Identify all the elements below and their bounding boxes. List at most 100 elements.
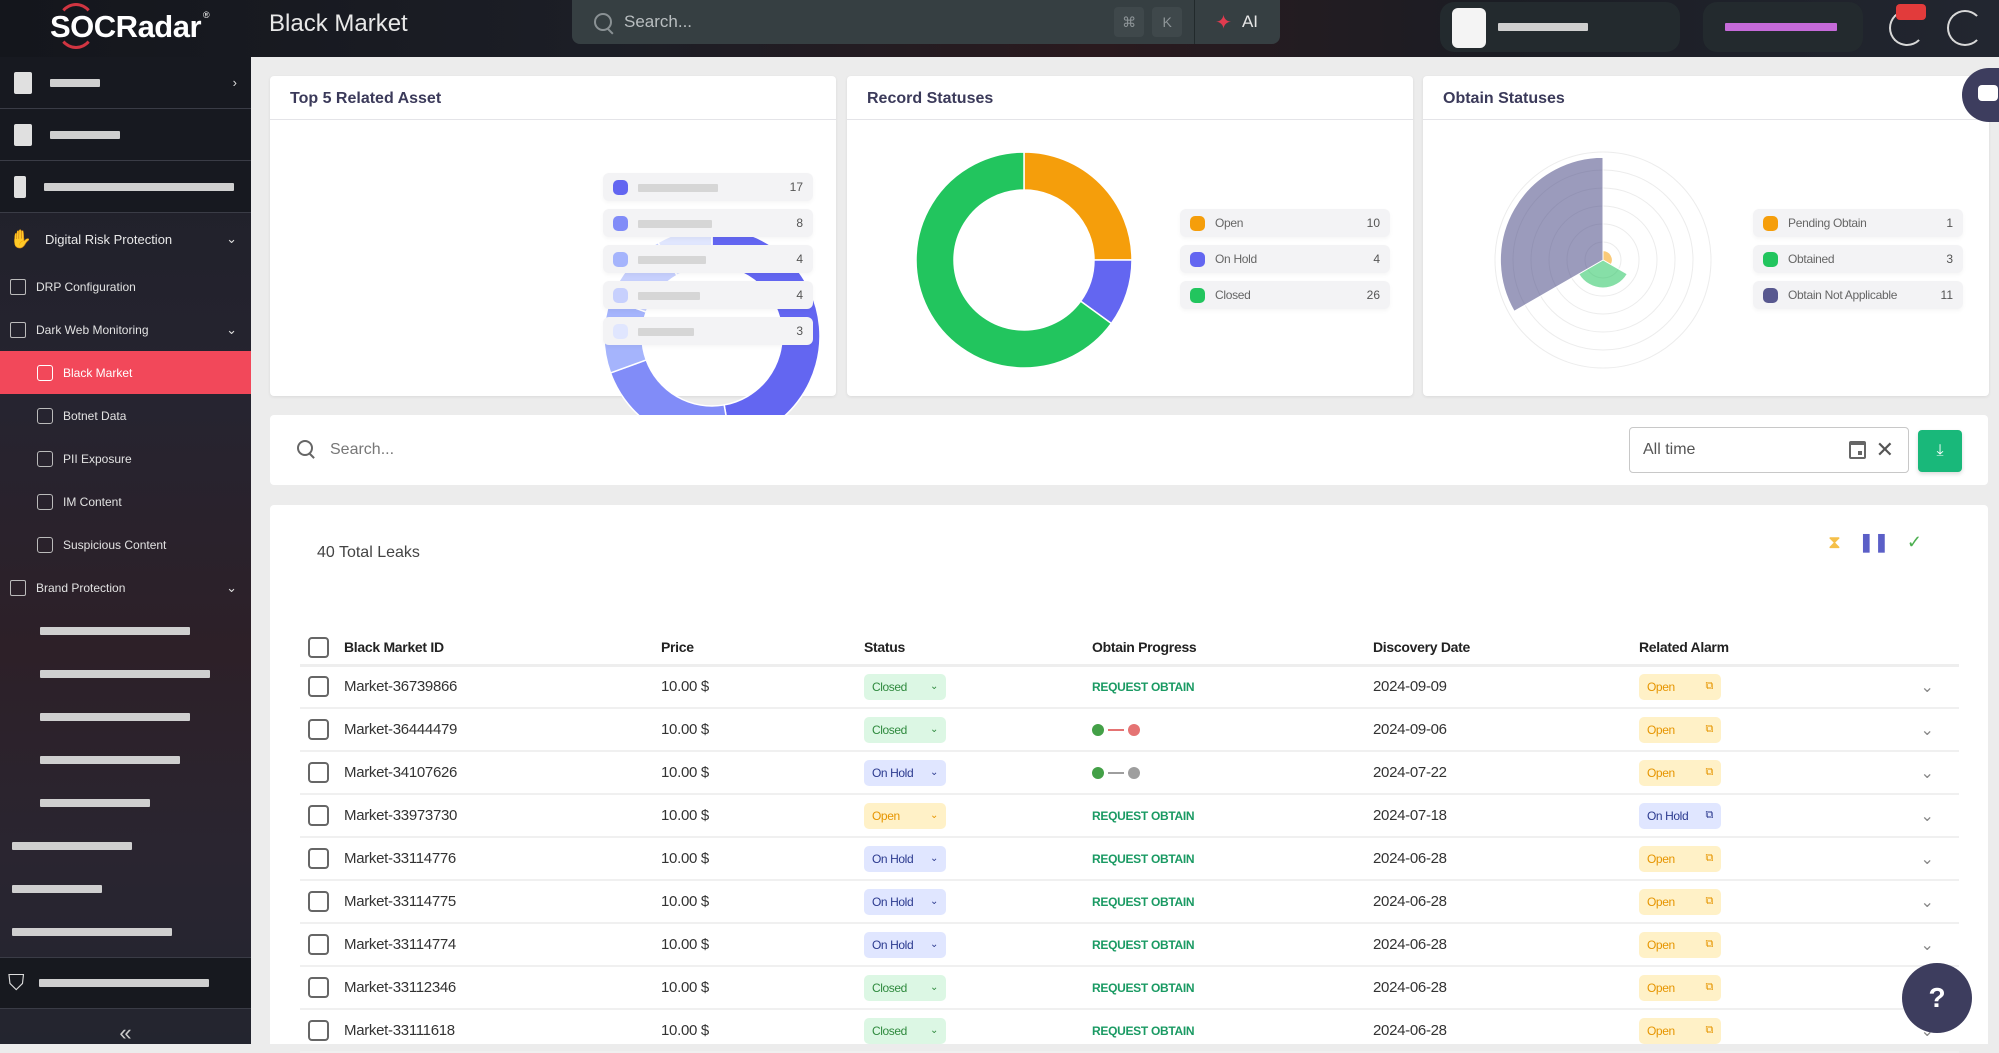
- expand-row-chevron-icon[interactable]: ⌄: [1895, 837, 1959, 881]
- global-search[interactable]: Search... ⌘ K ✦ AI: [572, 0, 1280, 44]
- sidebar-item-redacted[interactable]: [0, 824, 251, 867]
- select-all-checkbox[interactable]: [308, 636, 329, 658]
- sidebar-item-black-market[interactable]: Black Market: [0, 351, 251, 394]
- check-icon[interactable]: ✓: [1907, 532, 1922, 553]
- sidebar-item-brand-protection[interactable]: Brand Protection ⌄: [0, 566, 251, 609]
- table-row[interactable]: Market-34107626 10.00 $ On Hold ⌄ 2024-07…: [300, 751, 1959, 795]
- expand-row-chevron-icon[interactable]: ⌄: [1895, 751, 1959, 795]
- related-alarm-link[interactable]: Open ⧉: [1639, 845, 1721, 872]
- request-obtain-link[interactable]: REQUEST OBTAIN: [1092, 938, 1195, 952]
- column-header-obtain-progress[interactable]: Obtain Progress: [1092, 631, 1373, 667]
- calendar-icon[interactable]: [1849, 441, 1866, 459]
- status-dropdown[interactable]: On Hold ⌄: [864, 759, 946, 786]
- row-checkbox[interactable]: [308, 676, 329, 698]
- legend-item[interactable]: 17: [603, 173, 813, 201]
- help-chat-button[interactable]: ?: [1902, 963, 1972, 1033]
- leak-search-input[interactable]: [330, 433, 1230, 467]
- column-header-related-alarm[interactable]: Related Alarm: [1639, 631, 1895, 667]
- status-dropdown[interactable]: On Hold ⌄: [864, 888, 946, 915]
- column-header-id[interactable]: Black Market ID: [344, 631, 661, 667]
- status-dropdown[interactable]: On Hold ⌄: [864, 845, 946, 872]
- legend-item[interactable]: 8: [603, 209, 813, 237]
- sidebar-item-redacted[interactable]: [0, 867, 251, 910]
- table-row[interactable]: Market-36739866 10.00 $ Closed ⌄ REQUEST …: [300, 665, 1959, 709]
- table-row[interactable]: Market-33114774 10.00 $ On Hold ⌄ REQUEST…: [300, 923, 1959, 967]
- sidebar-item-redacted[interactable]: [0, 652, 251, 695]
- sidebar-item-redacted[interactable]: [0, 609, 251, 652]
- table-row[interactable]: Market-33114775 10.00 $ On Hold ⌄ REQUEST…: [300, 880, 1959, 924]
- status-dropdown[interactable]: Closed ⌄: [864, 974, 946, 1001]
- legend-item[interactable]: 4: [603, 245, 813, 273]
- expand-row-chevron-icon[interactable]: ⌄: [1895, 923, 1959, 967]
- row-checkbox[interactable]: [308, 977, 329, 998]
- sidebar-item-redacted-bottom[interactable]: ⛉: [0, 957, 251, 1009]
- expand-row-chevron-icon[interactable]: ⌄: [1895, 708, 1959, 752]
- request-obtain-link[interactable]: REQUEST OBTAIN: [1092, 981, 1195, 995]
- pause-icon[interactable]: ❚❚: [1859, 532, 1889, 553]
- related-alarm-link[interactable]: Open ⧉: [1639, 1017, 1721, 1044]
- sidebar-item-im-content[interactable]: IM Content: [0, 480, 251, 523]
- legend-item[interactable]: Open 10: [1180, 209, 1390, 237]
- sidebar-item-redacted[interactable]: [0, 738, 251, 781]
- sidebar-item-pii-exposure[interactable]: PII Exposure: [0, 437, 251, 480]
- related-alarm-link[interactable]: Open ⧉: [1639, 931, 1721, 958]
- related-alarm-link[interactable]: Open ⧉: [1639, 673, 1721, 700]
- column-header-price[interactable]: Price: [661, 631, 864, 667]
- related-alarm-link[interactable]: Open ⧉: [1639, 759, 1721, 786]
- row-checkbox[interactable]: [308, 934, 329, 955]
- sidebar-item-redacted-1[interactable]: ›: [0, 57, 251, 109]
- legend-item[interactable]: On Hold 4: [1180, 245, 1390, 273]
- sidebar-item-redacted[interactable]: [0, 781, 251, 824]
- sidebar-section-digital-risk-protection[interactable]: ✋ Digital Risk Protection ⌄: [0, 213, 251, 265]
- sidebar-item-redacted-3[interactable]: [0, 161, 251, 213]
- table-row[interactable]: Market-36444479 10.00 $ Closed ⌄ 2024-09-…: [300, 708, 1959, 752]
- legend-item[interactable]: Obtain Not Applicable 11: [1753, 281, 1963, 309]
- table-row[interactable]: Market-33111618 10.00 $ Closed ⌄ REQUEST …: [300, 1009, 1959, 1053]
- table-row[interactable]: Market-33973730 10.00 $ Open ⌄ REQUEST OB…: [300, 794, 1959, 838]
- expand-row-chevron-icon[interactable]: ⌄: [1895, 794, 1959, 838]
- hourglass-icon[interactable]: ⧗: [1828, 532, 1841, 553]
- row-checkbox[interactable]: [308, 1020, 329, 1041]
- user-menu-icon[interactable]: [1947, 10, 1983, 46]
- socradar-logo[interactable]: SOCRadar ®: [50, 3, 210, 50]
- ai-button[interactable]: ✦ AI: [1195, 10, 1280, 35]
- row-checkbox[interactable]: [308, 891, 329, 912]
- sidebar-item-drp-configuration[interactable]: DRP Configuration: [0, 265, 251, 308]
- column-header-discovery-date[interactable]: Discovery Date: [1373, 631, 1639, 667]
- legend-item[interactable]: 3: [603, 317, 813, 345]
- sidebar-item-botnet-data[interactable]: Botnet Data: [0, 394, 251, 437]
- date-range-picker[interactable]: All time ✕: [1629, 427, 1909, 473]
- legend-item[interactable]: Pending Obtain 1: [1753, 209, 1963, 237]
- collapse-sidebar-button[interactable]: «: [0, 1020, 251, 1046]
- related-alarm-link[interactable]: Open ⧉: [1639, 974, 1721, 1001]
- sidebar-item-redacted[interactable]: [0, 695, 251, 738]
- related-alarm-link[interactable]: Open ⧉: [1639, 716, 1721, 743]
- request-obtain-link[interactable]: REQUEST OBTAIN: [1092, 1024, 1195, 1038]
- table-row[interactable]: Market-33112346 10.00 $ Closed ⌄ REQUEST …: [300, 966, 1959, 1010]
- global-search-input[interactable]: Search...: [624, 12, 1106, 32]
- request-obtain-link[interactable]: REQUEST OBTAIN: [1092, 895, 1195, 909]
- plan-badge[interactable]: [1703, 2, 1863, 52]
- request-obtain-link[interactable]: REQUEST OBTAIN: [1092, 809, 1195, 823]
- status-dropdown[interactable]: Closed ⌄: [864, 716, 946, 743]
- legend-item[interactable]: Closed 26: [1180, 281, 1390, 309]
- sidebar-item-dark-web-monitoring[interactable]: Dark Web Monitoring ⌄: [0, 308, 251, 351]
- row-checkbox[interactable]: [308, 848, 329, 869]
- donut-slice[interactable]: [1023, 151, 1133, 261]
- column-header-status[interactable]: Status: [864, 631, 1092, 667]
- expand-row-chevron-icon[interactable]: ⌄: [1895, 665, 1959, 709]
- status-dropdown[interactable]: On Hold ⌄: [864, 931, 946, 958]
- polar-slice[interactable]: [1499, 156, 1605, 312]
- legend-item[interactable]: 4: [603, 281, 813, 309]
- clear-date-icon[interactable]: ✕: [1876, 437, 1894, 463]
- expand-row-chevron-icon[interactable]: ⌄: [1895, 880, 1959, 924]
- request-obtain-link[interactable]: REQUEST OBTAIN: [1092, 680, 1195, 694]
- status-dropdown[interactable]: Open ⌄: [864, 802, 946, 829]
- status-dropdown[interactable]: Closed ⌄: [864, 1017, 946, 1044]
- row-checkbox[interactable]: [308, 719, 329, 740]
- related-alarm-link[interactable]: On Hold ⧉: [1639, 802, 1721, 829]
- row-checkbox[interactable]: [308, 805, 329, 826]
- row-checkbox[interactable]: [308, 762, 329, 783]
- company-selector[interactable]: [1440, 2, 1680, 52]
- related-alarm-link[interactable]: Open ⧉: [1639, 888, 1721, 915]
